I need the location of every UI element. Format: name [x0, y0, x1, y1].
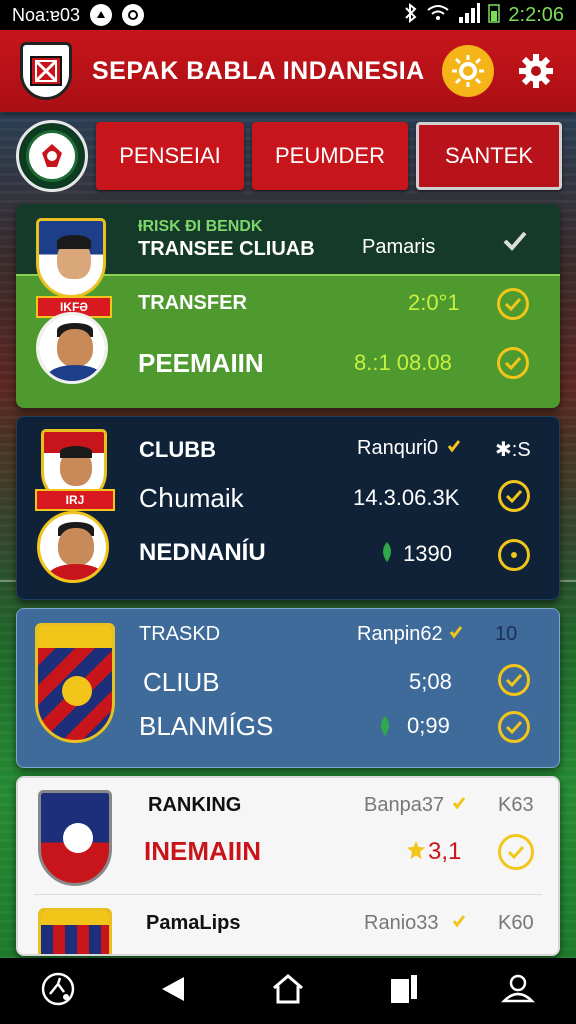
row-label: INEMAIIN	[144, 836, 261, 866]
club-shield-icon	[38, 908, 112, 954]
row-extra: 10	[495, 623, 518, 645]
tabs-row: PENSEIAI PEUMDER SANTEK	[16, 120, 562, 192]
sync-icon	[122, 4, 145, 26]
sun-icon[interactable]	[442, 45, 494, 97]
account-icon	[500, 973, 536, 1010]
club-card-blue[interactable]: TRASKD Ranpin62 10 CLIUB 5;08 BLANMÍGS 0…	[16, 608, 560, 768]
row-value: 3,1	[428, 838, 462, 865]
app-header: SEPAK BABLA INDANESIA	[0, 30, 576, 112]
row-label: RANKING	[148, 794, 242, 816]
row-label: Cհumaik	[139, 483, 244, 513]
club-shield-icon	[36, 218, 106, 298]
star-icon	[406, 840, 426, 865]
tab-santek[interactable]: SANTEK	[416, 122, 562, 190]
player-avatar	[36, 312, 108, 384]
card-header-right: Pamaris	[362, 236, 436, 258]
check-icon	[449, 625, 463, 644]
check-icon[interactable]	[498, 834, 534, 870]
check-icon[interactable]	[502, 230, 528, 257]
check-icon	[452, 914, 466, 933]
club-card[interactable]: IRJ CLUBB Ranquri0 ✱:S Cհumaik 14.3.06.3…	[16, 416, 560, 600]
row-value: Ranio33	[364, 912, 439, 934]
check-icon[interactable]	[497, 347, 529, 379]
card-divider	[34, 894, 542, 895]
recents-icon	[387, 973, 419, 1010]
leaf-icon	[377, 715, 393, 742]
back-button[interactable]	[133, 961, 213, 1021]
row-value: Ranquri0	[357, 437, 439, 459]
check-icon[interactable]	[498, 711, 530, 743]
nav-app-button[interactable]	[18, 961, 98, 1021]
club-shield-icon	[38, 790, 112, 886]
row-value: 1390	[403, 541, 452, 566]
check-icon	[447, 439, 461, 458]
card-header-line2: TRANSEE CLIUAB	[138, 238, 315, 260]
row-label: NEDNANÍU	[139, 539, 266, 566]
row-label: BLANMÍGS	[139, 711, 274, 741]
row-label: TRANSFER	[138, 292, 247, 314]
battery-icon	[488, 3, 501, 28]
check-icon[interactable]	[498, 539, 530, 571]
gear-icon[interactable]	[516, 51, 556, 91]
check-icon[interactable]	[497, 288, 529, 320]
row-extra: K63	[498, 794, 534, 816]
club-badge-icon[interactable]	[16, 120, 88, 192]
tab-penseiai[interactable]: PENSEIAI	[96, 122, 244, 190]
bluetooth-icon	[404, 2, 418, 28]
check-icon	[452, 796, 466, 815]
row-label: PamaLips	[146, 912, 241, 934]
row-extra: K60	[498, 912, 534, 934]
ball-player-icon	[40, 972, 76, 1011]
back-icon	[158, 974, 188, 1009]
row-label: CLUBB	[139, 437, 216, 462]
recents-button[interactable]	[363, 961, 443, 1021]
home-button[interactable]	[248, 961, 328, 1021]
status-left-text: Nᴏa:ɐ03	[12, 4, 81, 25]
row-value: Banpa37	[364, 794, 445, 816]
row-value: 5;08	[409, 669, 452, 694]
check-icon[interactable]	[498, 664, 530, 696]
player-ribbon: IRJ	[35, 489, 115, 511]
home-icon	[271, 973, 305, 1010]
bottom-nav	[0, 958, 576, 1024]
row-label: TRASKD	[139, 623, 221, 645]
row-value: Ranpin62	[357, 623, 443, 645]
status-time: 2:2:06	[508, 3, 564, 26]
notification-icon	[90, 4, 113, 26]
row-label: CLIUB	[143, 667, 220, 697]
wifi-icon	[426, 4, 450, 27]
transfer-card[interactable]: IKFƏ ƗRISK ĐI BENDK TRANSEE CLIUAB Pamar…	[16, 204, 560, 408]
row-extra: ✱:S	[495, 439, 531, 461]
card-header-line1: ƗRISK ĐI BENDK	[138, 218, 263, 235]
ranking-card[interactable]: RANKING Banpa37 K63 INEMAIIN 3,1 PamaLip…	[16, 776, 560, 956]
leaf-icon	[379, 541, 395, 568]
row-value: 0;99	[407, 713, 450, 738]
app-title: SEPAK BABLA INDANESIA	[92, 56, 425, 85]
account-button[interactable]	[478, 961, 558, 1021]
app-logo-icon	[20, 42, 72, 100]
status-bar: Nᴏa:ɐ03 2:2:06	[0, 0, 576, 30]
signal-icon	[458, 2, 481, 28]
row-value: 2:0°1	[408, 290, 460, 315]
check-icon[interactable]	[498, 480, 530, 512]
row-value: 8.:1 08.08	[354, 350, 452, 375]
row-value: 14.3.06.3K	[353, 485, 460, 510]
tab-peumder[interactable]: PEUMDER	[252, 122, 408, 190]
player-avatar	[37, 511, 109, 583]
club-shield-icon	[35, 623, 115, 743]
row-label: PEEMAIIN	[138, 348, 264, 378]
